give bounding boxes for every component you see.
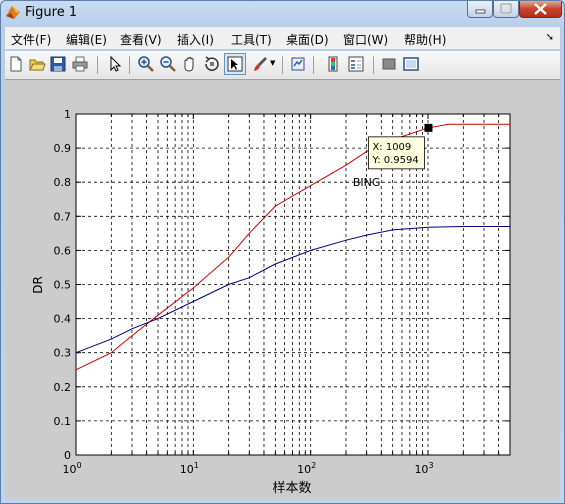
x-axis-label: 样本数 xyxy=(272,481,311,496)
brush-icon[interactable] xyxy=(251,55,269,73)
insert-legend-icon[interactable] xyxy=(347,55,365,73)
y-tick-label: 0.1 xyxy=(54,415,72,428)
y-tick-label: 0.5 xyxy=(54,279,72,292)
toolbar-separator xyxy=(313,56,314,74)
menu-window[interactable]: 窗口(W) xyxy=(343,31,388,48)
y-tick-label: 1 xyxy=(64,108,71,121)
menu-overflow-icon[interactable]: ➘ xyxy=(546,32,554,43)
data-tip-x-text: X: 1009 xyxy=(372,142,411,153)
menu-bar: 文件(F) 编辑(E) 查看(V) 插入(I) 工具(T) 桌面(D) 窗口(W… xyxy=(5,27,560,49)
data-tip-marker xyxy=(424,123,433,132)
menu-file[interactable]: 文件(F) xyxy=(11,31,51,48)
x-tick-labels: 100 101 102 103 xyxy=(62,461,433,476)
save-icon[interactable] xyxy=(49,55,67,73)
x-tick-label: 100 xyxy=(62,461,81,476)
menu-help[interactable]: 帮助(H) xyxy=(404,31,446,48)
data-cursor-icon xyxy=(227,56,243,72)
hide-plot-tools-icon[interactable] xyxy=(380,55,398,73)
y-tick-label: 0.9 xyxy=(54,142,72,155)
toolbar-separator xyxy=(373,56,374,74)
pan-icon[interactable] xyxy=(181,55,199,73)
rotate-3d-icon[interactable] xyxy=(203,55,221,73)
minimize-icon xyxy=(475,9,486,14)
figure-toolbar: ▼ xyxy=(5,51,560,80)
show-plot-tools-icon[interactable] xyxy=(402,55,420,73)
y-tick-label: 0.3 xyxy=(54,347,72,360)
new-figure-icon[interactable] xyxy=(7,55,25,73)
window-title: Figure 1 xyxy=(25,5,78,20)
matlab-icon xyxy=(6,6,20,19)
title-bar[interactable]: Figure 1 xyxy=(1,1,564,25)
insert-colorbar-icon[interactable] xyxy=(324,55,342,73)
y-tick-label: 0.6 xyxy=(54,244,72,257)
data-cursor-button[interactable] xyxy=(224,53,246,75)
menu-insert[interactable]: 插入(I) xyxy=(177,31,214,48)
figure-window: Figure 1 文件(F) 编辑(E) 查看(V) 插入(I) 工具(T) 桌… xyxy=(0,0,565,504)
y-axis-label: DR xyxy=(31,276,45,294)
annotations: BING xyxy=(353,176,381,189)
x-tick-label: 102 xyxy=(297,461,316,476)
zoom-in-icon[interactable] xyxy=(137,55,155,73)
y-tick-label: 0.4 xyxy=(54,313,72,326)
zoom-out-icon[interactable] xyxy=(159,55,177,73)
menu-view[interactable]: 查看(V) xyxy=(120,31,162,48)
toolbar-separator xyxy=(129,56,130,74)
x-tick-label: 101 xyxy=(180,461,199,476)
maximize-button[interactable] xyxy=(493,1,519,18)
menu-desktop[interactable]: 桌面(D) xyxy=(286,31,329,48)
minimize-button[interactable] xyxy=(467,1,493,18)
figure-canvas[interactable]: 0 0.1 0.2 0.3 0.4 0.5 0.6 0.7 0.8 0.9 1 100 101 102 1… xyxy=(5,80,560,499)
plot-svg[interactable]: 00.10.20.30.40.50.60.70.80.91 100 101 102 1… xyxy=(5,80,560,499)
y-tick-label: 0.2 xyxy=(54,381,72,394)
data-tip-y-text: Y: 0.9594 xyxy=(371,155,418,166)
close-button[interactable] xyxy=(519,1,562,18)
y-tick-label: 0.8 xyxy=(54,176,72,189)
edit-plot-icon[interactable] xyxy=(106,55,124,73)
y-tick-label: 0.7 xyxy=(54,210,72,223)
toolbar-separator xyxy=(282,56,283,74)
x-tick-label: 103 xyxy=(414,461,433,476)
toolbar-separator xyxy=(97,56,98,74)
close-icon xyxy=(534,3,547,15)
link-plot-icon[interactable] xyxy=(289,55,307,73)
print-icon[interactable] xyxy=(71,55,89,73)
annotation-label: BING xyxy=(353,176,381,189)
menu-tools[interactable]: 工具(T) xyxy=(231,31,272,48)
y-tick-label: 0 xyxy=(64,449,71,462)
brush-dropdown-icon[interactable]: ▼ xyxy=(270,59,275,67)
menu-edit[interactable]: 编辑(E) xyxy=(66,31,107,48)
maximize-icon xyxy=(500,3,512,14)
open-file-icon[interactable] xyxy=(28,55,46,73)
y-tick-labels: 0 0.1 0.2 0.3 0.4 0.5 0.6 0.7 0.8 0.9 1 xyxy=(54,108,72,462)
